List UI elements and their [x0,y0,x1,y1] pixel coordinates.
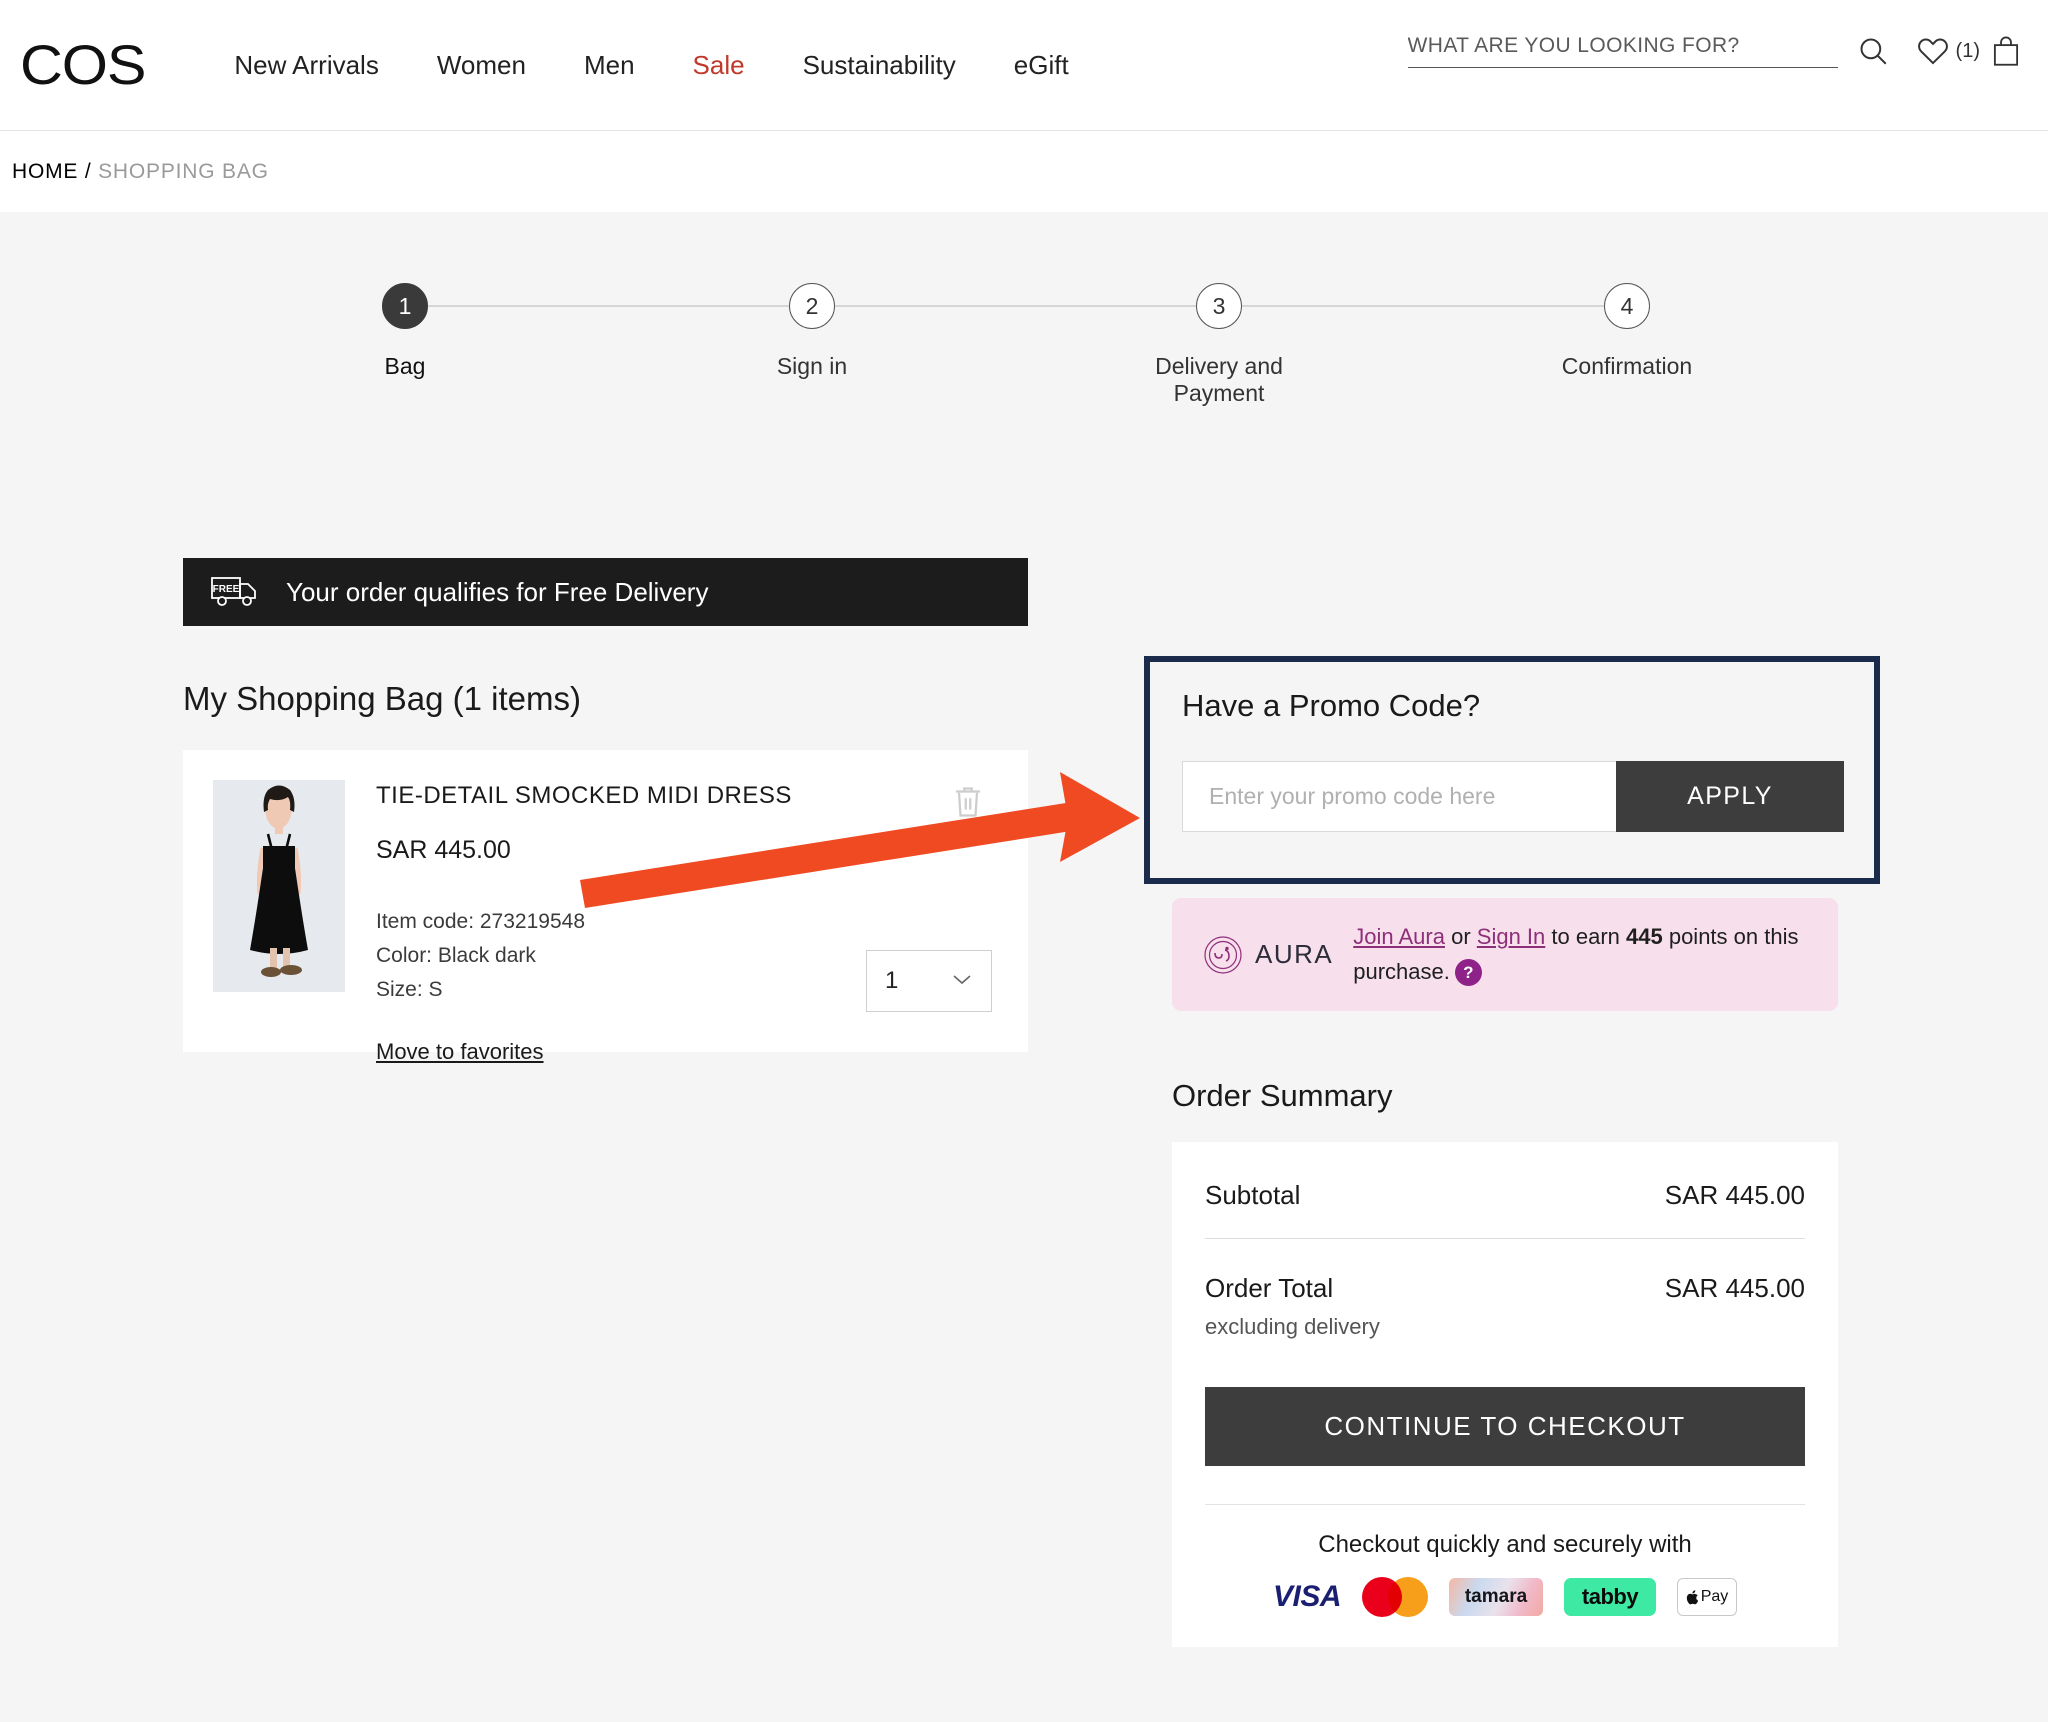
search-icon[interactable] [1856,34,1890,68]
quantity-value: 1 [885,967,898,995]
subtotal-value: SAR 445.00 [1665,1180,1805,1211]
tamara-icon: tamara [1449,1578,1543,1616]
delete-item-icon[interactable] [950,782,986,827]
quantity-select[interactable]: 1 [866,950,992,1012]
summary-row-order-total: Order Total SAR 445.00 [1205,1239,1805,1304]
apply-promo-button[interactable]: APPLY [1616,761,1844,832]
favorites-count: (1) [1956,40,1980,63]
shopping-bag-page: COS New Arrivals Women Men Sale Sustaina… [0,0,2048,1722]
aura-sign-in-link[interactable]: Sign In [1477,924,1546,949]
subtotal-label: Subtotal [1205,1180,1300,1211]
nav-item-women[interactable]: Women [437,50,526,81]
order-summary-title: Order Summary [1172,1078,1392,1114]
breadcrumb: HOME / SHOPPING BAG [12,160,269,184]
cos-logo[interactable]: COS [20,37,145,93]
shopping-bag-icon[interactable] [1990,34,2022,68]
stepper-step-confirmation-label: Confirmation [1527,353,1727,380]
chevron-down-icon [951,972,973,991]
svg-text:FREE: FREE [213,584,240,595]
bag-item-card: TIE-DETAIL SMOCKED MIDI DRESS SAR 445.00… [183,750,1028,1052]
move-to-favorites-link[interactable]: Move to favorites [376,1039,544,1065]
aura-points-value: 445 [1626,924,1663,949]
heart-icon[interactable] [1916,34,1950,68]
stepper-step-bag-label: Bag [305,353,505,380]
site-header: COS New Arrivals Women Men Sale Sustaina… [0,0,2048,130]
stepper-step-delivery[interactable]: 3 Delivery and Payment [1119,283,1319,407]
free-delivery-text: Your order qualifies for Free Delivery [286,577,708,608]
nav-item-sustainability[interactable]: Sustainability [803,50,956,81]
order-total-value: SAR 445.00 [1665,1273,1805,1304]
breadcrumb-home[interactable]: HOME [12,160,78,183]
nav-item-men[interactable]: Men [584,50,635,81]
stepper-connector-line [405,305,1627,307]
header-divider [0,130,2048,131]
nav-item-sale[interactable]: Sale [693,50,745,81]
secure-checkout-label: Checkout quickly and securely with [1205,1531,1805,1559]
product-thumbnail[interactable] [213,780,345,992]
stepper-step-bag-number: 1 [382,283,428,329]
aura-loyalty-banner: AURA Join Aura or Sign In to earn 445 po… [1172,898,1838,1011]
payment-method-logos: VISA tamara tabby Pay [1205,1577,1805,1617]
main-navigation: New Arrivals Women Men Sale Sustainabili… [234,50,1068,81]
product-size: Size: S [376,973,792,1007]
payment-divider [1205,1504,1805,1505]
aura-or-text: or [1445,924,1477,949]
search-field-wrapper [1408,34,1838,68]
stepper-step-signin-number: 2 [789,283,835,329]
header-white-band [0,130,2048,212]
order-total-label: Order Total [1205,1273,1333,1304]
stepper-step-bag[interactable]: 1 Bag [305,283,505,380]
free-delivery-banner: FREE Your order qualifies for Free Deliv… [183,558,1028,626]
tabby-icon: tabby [1564,1578,1656,1616]
nav-item-egift[interactable]: eGift [1014,50,1069,81]
apple-pay-icon: Pay [1677,1578,1737,1616]
product-info: TIE-DETAIL SMOCKED MIDI DRESS SAR 445.00… [376,782,792,1065]
product-color: Color: Black dark [376,939,792,973]
product-name[interactable]: TIE-DETAIL SMOCKED MIDI DRESS [376,782,792,810]
join-aura-link[interactable]: Join Aura [1353,924,1445,949]
aura-message: Join Aura or Sign In to earn 445 points … [1353,920,1810,988]
stepper-step-delivery-number: 3 [1196,283,1242,329]
promo-code-title: Have a Promo Code? [1182,688,1480,724]
delivery-truck-icon: FREE [210,572,264,613]
promo-code-row: APPLY [1182,761,1844,832]
summary-row-subtotal: Subtotal SAR 445.00 [1205,1142,1805,1211]
promo-code-input[interactable] [1182,761,1616,832]
promo-code-box: Have a Promo Code? APPLY [1144,656,1880,884]
continue-to-checkout-button[interactable]: CONTINUE TO CHECKOUT [1205,1387,1805,1466]
stepper-step-confirmation[interactable]: 4 Confirmation [1527,283,1727,380]
apple-pay-label: Pay [1701,1588,1729,1606]
order-total-note: excluding delivery [1205,1314,1805,1340]
product-meta: Item code: 273219548 Color: Black dark S… [376,905,792,1007]
product-price: SAR 445.00 [376,836,792,865]
visa-icon: VISA [1273,1580,1341,1614]
nav-item-new-arrivals[interactable]: New Arrivals [234,50,378,81]
search-input[interactable] [1408,34,1838,58]
stepper-step-signin-label: Sign in [712,353,912,380]
stepper-step-signin[interactable]: 2 Sign in [712,283,912,380]
header-actions: (1) [1408,34,2026,68]
aura-brand-label: AURA [1255,939,1333,970]
help-icon[interactable]: ? [1455,959,1482,986]
aura-earn-text: to earn [1545,924,1626,949]
order-summary-box: Subtotal SAR 445.00 Order Total SAR 445.… [1172,1142,1838,1647]
breadcrumb-current: SHOPPING BAG [98,160,269,183]
mastercard-icon [1362,1577,1428,1617]
stepper-step-delivery-label: Delivery and Payment [1119,353,1319,407]
stepper-step-confirmation-number: 4 [1604,283,1650,329]
page-title: My Shopping Bag (1 items) [183,680,581,718]
breadcrumb-separator: / [85,160,92,183]
checkout-stepper: 1 Bag 2 Sign in 3 Delivery and Payment 4… [0,283,2048,403]
aura-logo: AURA [1200,932,1333,978]
product-item-code: Item code: 273219548 [376,905,792,939]
